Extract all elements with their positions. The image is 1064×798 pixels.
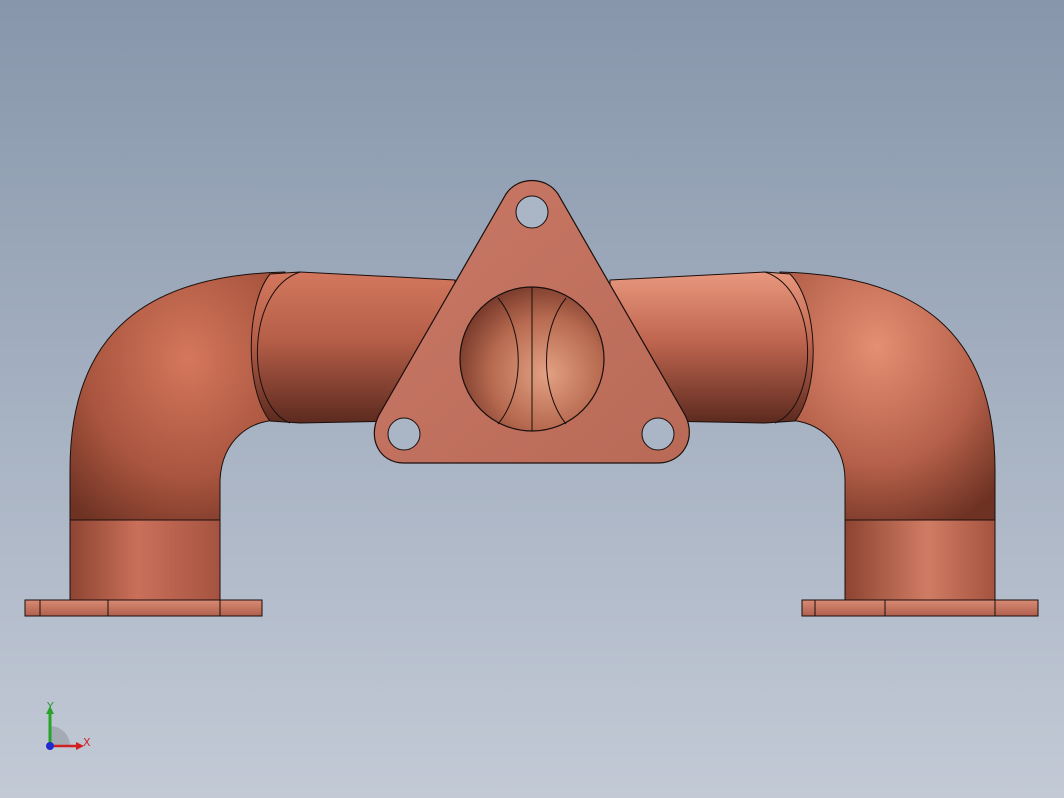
left-elbow <box>69 271 286 521</box>
right-elbow <box>779 271 996 521</box>
flange-bolt-hole-right <box>641 417 675 451</box>
flange-bolt-hole-top <box>515 195 549 229</box>
manifold-model[interactable] <box>0 0 1064 798</box>
left-foot-flange <box>24 599 263 617</box>
right-leg <box>844 519 996 601</box>
right-foot-flange <box>801 599 1039 617</box>
triad-shade <box>50 726 70 746</box>
axis-x-label: X <box>83 736 91 749</box>
flange-bolt-hole-left <box>387 417 421 451</box>
graphics-viewport[interactable]: Y X <box>0 0 1064 798</box>
left-leg <box>69 519 221 603</box>
right-pipe <box>779 271 996 601</box>
z-axis-dot <box>46 742 54 750</box>
axis-y-label: Y <box>47 700 54 713</box>
